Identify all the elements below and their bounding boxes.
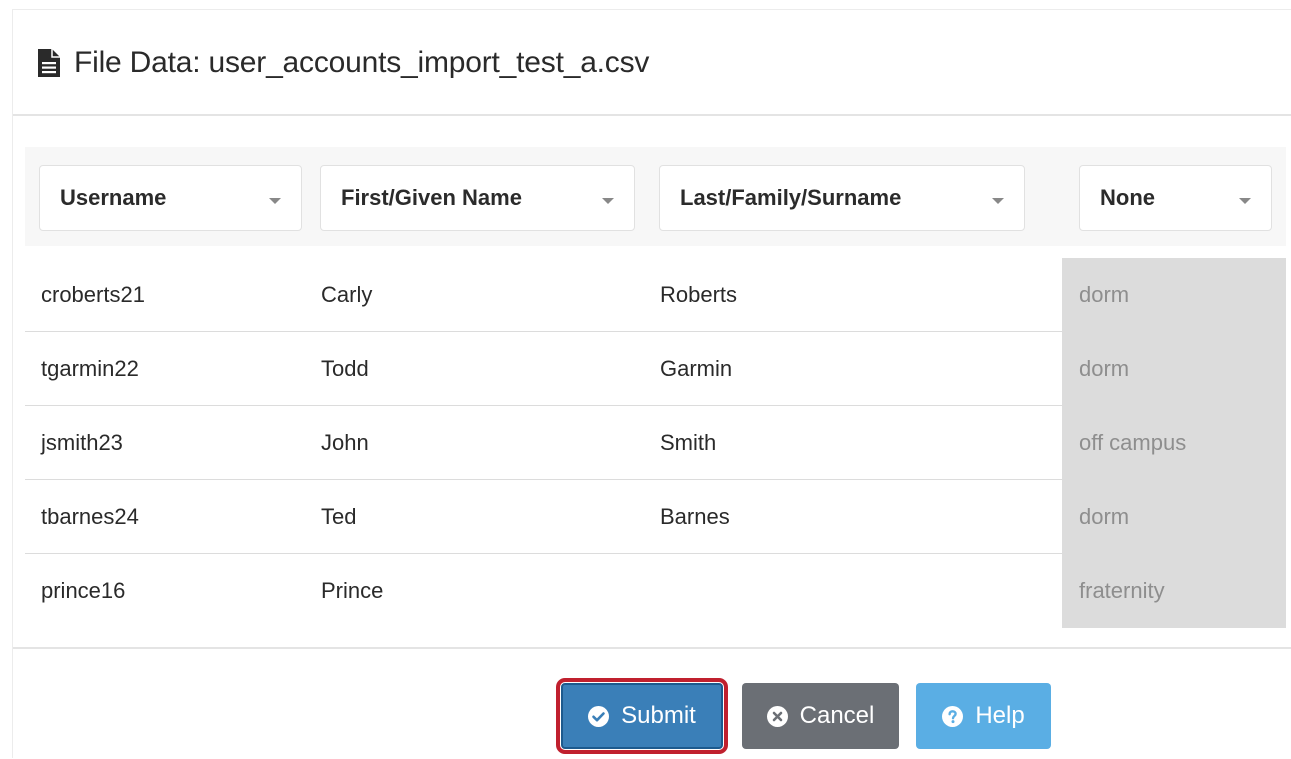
column-mapping-row: Username First/Given Name Last/Family/Su… bbox=[25, 147, 1286, 246]
table-row: tbarnes24 Ted Barnes dorm bbox=[25, 480, 1286, 554]
help-label: Help bbox=[975, 702, 1025, 729]
cell-unmapped: off campus bbox=[1062, 406, 1286, 480]
panel-header: File Data: user_accounts_import_test_a.c… bbox=[13, 10, 1291, 116]
caret-down-icon bbox=[602, 198, 614, 204]
file-data-panel: File Data: user_accounts_import_test_a.c… bbox=[12, 9, 1291, 758]
column-select-label: Last/Family/Surname bbox=[680, 185, 902, 210]
column-select-last-name[interactable]: Last/Family/Surname bbox=[659, 165, 1025, 231]
column-select-username[interactable]: Username bbox=[39, 165, 302, 231]
cell-unmapped: dorm bbox=[1062, 258, 1286, 332]
data-table: Username First/Given Name Last/Family/Su… bbox=[25, 147, 1286, 628]
table-row: croberts21 Carly Roberts dorm bbox=[25, 258, 1286, 332]
cell-username: tbarnes24 bbox=[41, 504, 139, 529]
submit-label: Submit bbox=[621, 702, 696, 729]
page-title: File Data: user_accounts_import_test_a.c… bbox=[38, 43, 649, 83]
cell-first-name: John bbox=[321, 430, 369, 455]
page-title-text: File Data: user_accounts_import_test_a.c… bbox=[74, 46, 650, 79]
table-row: tgarmin22 Todd Garmin dorm bbox=[25, 332, 1286, 406]
caret-down-icon bbox=[992, 198, 1004, 204]
cancel-button[interactable]: Cancel bbox=[742, 683, 899, 749]
action-bar: Submit Cancel Help bbox=[13, 647, 1291, 759]
file-text-icon bbox=[38, 49, 60, 77]
cell-unmapped: dorm bbox=[1062, 480, 1286, 554]
cell-last-name: Barnes bbox=[660, 504, 730, 529]
cell-first-name: Todd bbox=[321, 356, 369, 381]
caret-down-icon bbox=[1239, 198, 1251, 204]
submit-button[interactable]: Submit bbox=[556, 678, 728, 754]
column-select-label: Username bbox=[60, 185, 167, 210]
cell-first-name: Carly bbox=[321, 282, 373, 307]
cancel-label: Cancel bbox=[799, 702, 875, 729]
help-button[interactable]: Help bbox=[916, 683, 1051, 749]
cell-last-name: Garmin bbox=[660, 356, 733, 381]
table-row: jsmith23 John Smith off campus bbox=[25, 406, 1286, 480]
question-circle-icon bbox=[942, 705, 964, 727]
cell-first-name: Prince bbox=[321, 578, 384, 603]
table-row: prince16 Prince fraternity bbox=[25, 554, 1286, 628]
cell-last-name: Roberts bbox=[660, 282, 738, 307]
cell-username: tgarmin22 bbox=[41, 356, 139, 381]
caret-down-icon bbox=[269, 198, 281, 204]
column-select-label: First/Given Name bbox=[341, 185, 522, 210]
column-select-label: None bbox=[1100, 185, 1155, 210]
cell-username: croberts21 bbox=[41, 282, 145, 307]
times-circle-icon bbox=[766, 705, 788, 727]
cell-last-name: Smith bbox=[660, 430, 717, 455]
column-select-first-name[interactable]: First/Given Name bbox=[320, 165, 635, 231]
cell-unmapped: fraternity bbox=[1062, 554, 1286, 628]
cell-first-name: Ted bbox=[321, 504, 357, 529]
cell-username: jsmith23 bbox=[41, 430, 123, 455]
column-select-none[interactable]: None bbox=[1079, 165, 1272, 231]
cell-unmapped: dorm bbox=[1062, 332, 1286, 406]
check-circle-icon bbox=[588, 705, 610, 727]
cell-username: prince16 bbox=[41, 578, 126, 603]
